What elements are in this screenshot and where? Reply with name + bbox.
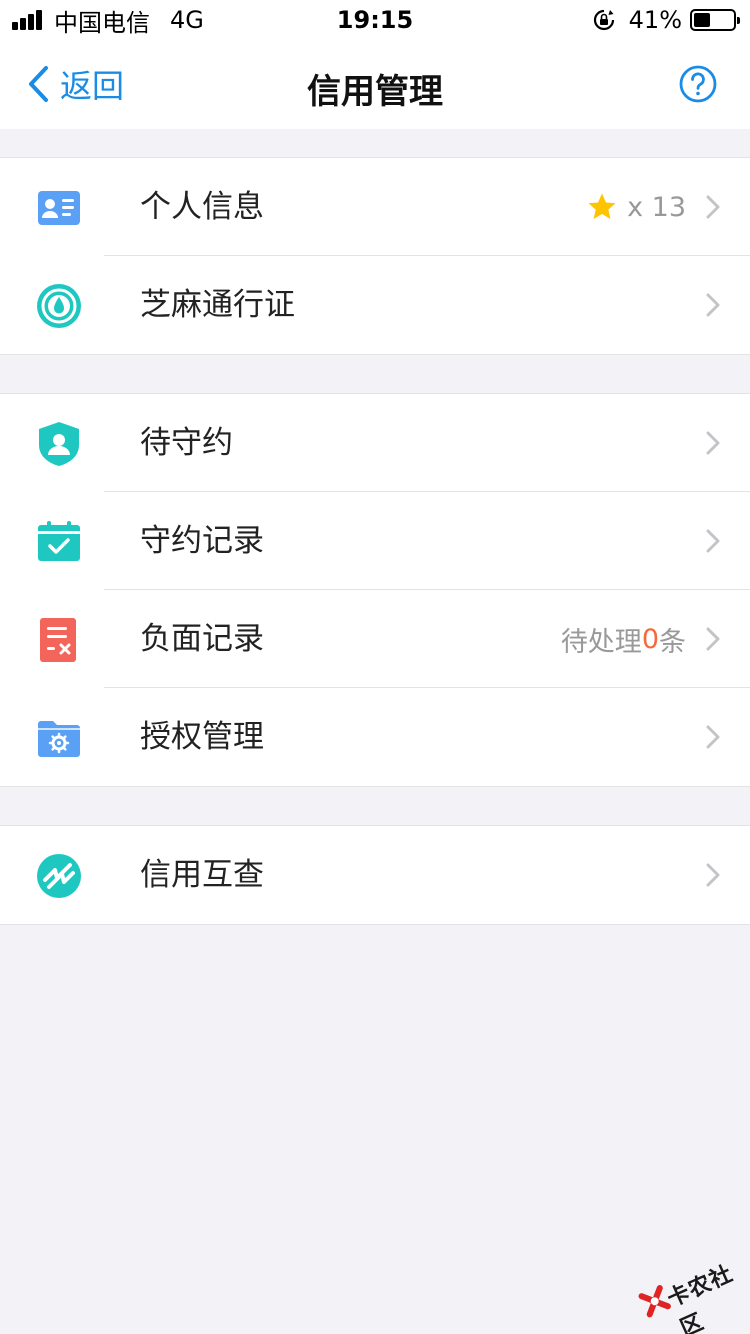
status-right: 41% [593,6,740,34]
row-pending-promise[interactable]: 待守约 [0,394,750,492]
page-title: 信用管理 [307,72,443,112]
battery-percent: 41% [628,6,682,34]
row-negative-records[interactable]: 负面记录 待处理 0 条 [0,590,750,688]
sesame-pass-icon [37,284,81,328]
negative-record-icon [40,618,76,662]
chevron-right-icon [706,627,720,651]
watermark: 卡农社区 [632,1240,750,1334]
row-label: 待守约 [140,425,233,461]
status-bar: 中国电信 4G 19:15 41% [0,0,750,40]
calendar-check-icon [38,521,80,561]
question-circle-icon[interactable] [678,64,718,104]
row-personal-info[interactable]: 个人信息 x 13 [0,158,750,256]
chevron-right-icon [706,529,720,553]
row-credit-check[interactable]: 信用互查 [0,826,750,924]
star-icon [588,193,616,219]
list-group-profile: 个人信息 x 13 芝麻通行证 [0,157,750,355]
row-authorization[interactable]: 授权管理 [0,688,750,786]
star-count: x 13 [627,191,686,223]
row-label: 守约记录 [140,523,264,559]
pending-info: 待处理 0 条 [561,618,686,660]
folder-gear-icon [38,721,80,757]
nav-bar: 返回 信用管理 [0,40,750,129]
chevron-right-icon [706,863,720,887]
pending-suffix: 条 [659,626,686,658]
chevron-right-icon [706,725,720,749]
rotation-lock-icon [593,9,614,31]
id-card-icon [38,191,80,225]
pending-prefix: 待处理 [560,626,642,658]
star-badge: x 13 [587,186,686,228]
chevron-right-icon [706,293,720,317]
row-promise-records[interactable]: 守约记录 [0,492,750,590]
credit-check-icon [37,854,81,898]
list-group-credit-check: 信用互查 [0,825,750,925]
battery-fill [694,13,710,27]
row-label: 负面记录 [140,621,264,657]
chevron-right-icon [706,431,720,455]
chevron-right-icon [706,195,720,219]
row-label: 芝麻通行证 [140,287,295,323]
watermark-text: 卡农社区 [663,1261,737,1334]
row-sesame-pass[interactable]: 芝麻通行证 [0,256,750,354]
shield-user-icon [39,422,79,466]
pending-count: 0 [641,623,659,655]
battery-icon [690,9,740,31]
list-group-records: 待守约 守约记录 负面记录 待处理 0 条 授权管理 [0,393,750,787]
row-label: 授权管理 [140,719,264,755]
row-label: 信用互查 [140,857,264,893]
row-label: 个人信息 [140,189,264,225]
